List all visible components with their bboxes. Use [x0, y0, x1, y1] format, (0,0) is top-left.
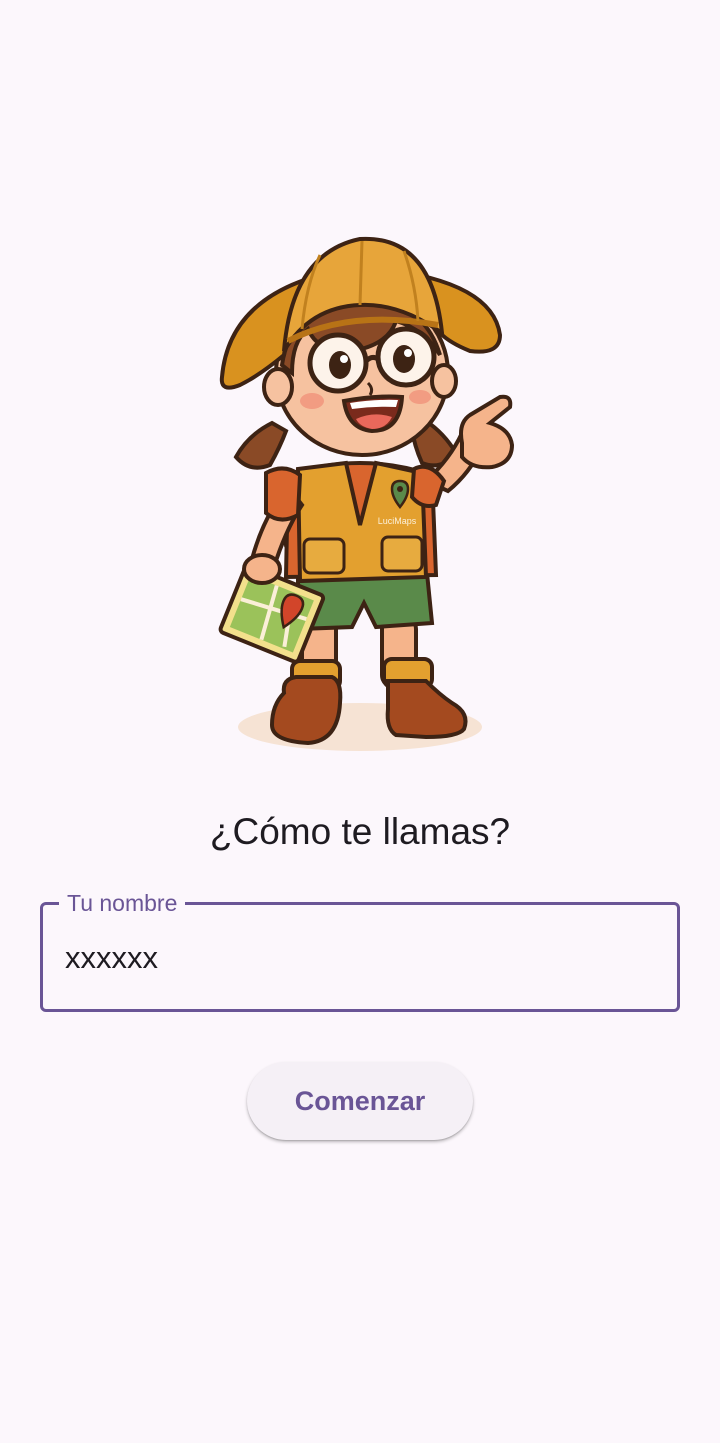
name-entry-screen: LuciMaps ¿Cómo te llamas? Tu nombre xxxx… [0, 0, 720, 1443]
name-field[interactable]: Tu nombre [40, 889, 680, 1012]
name-input[interactable] [65, 935, 645, 981]
name-prompt-title: ¿Cómo te llamas? [209, 811, 511, 852]
explorer-girl-icon: LuciMaps [218, 236, 515, 751]
start-button[interactable]: Comenzar [247, 1062, 473, 1140]
name-field-label: Tu nombre [59, 889, 186, 917]
vest-logo-label: LuciMaps [378, 516, 417, 526]
